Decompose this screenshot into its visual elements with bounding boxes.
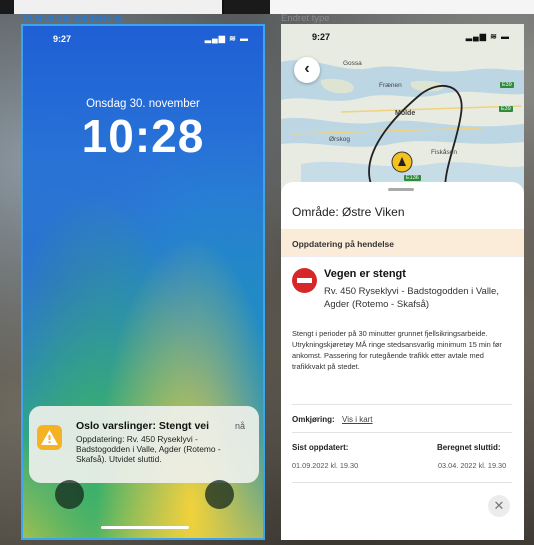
map-label: Molde — [395, 110, 416, 117]
roadwork-warning-icon — [37, 425, 62, 450]
flashlight-button[interactable] — [55, 480, 84, 509]
detail-screen-phone: 9:27 ▂▄▆ ≋ ▬ ‹ Gossa Molde Frænen Ørskog… — [281, 24, 524, 540]
divider — [292, 404, 512, 405]
back-button[interactable]: ‹ — [294, 57, 320, 83]
status-bar: 9:27 ▂▄▆ ≋ ▬ — [281, 32, 524, 46]
home-indicator[interactable] — [101, 526, 189, 529]
incident-road: Rv. 450 Ryseklyvi - Badstogodden i Valle… — [324, 286, 499, 310]
notification-body: Oppdatering: Rv. 450 Ryseklyvi - Badstog… — [76, 434, 221, 464]
road-tag: E136 — [404, 175, 421, 181]
update-band-label: Oppdatering på hendelse — [292, 239, 395, 249]
area-title: Område: Østre Viken — [292, 205, 405, 219]
incident-description: Stengt i perioder på 30 minutter grunnet… — [292, 329, 502, 371]
show-in-map-link[interactable]: Vis i kart — [342, 415, 373, 424]
incident-title: Vegen er stengt — [324, 268, 406, 280]
push-notification[interactable]: Oslo varslinger: Stengt vei nå Oppdateri… — [29, 406, 259, 483]
divider — [292, 482, 512, 483]
road-tag: E39 — [500, 82, 514, 88]
map-label: Ørskog — [329, 136, 350, 143]
camera-button[interactable] — [205, 480, 234, 509]
close-button[interactable]: ✕ — [488, 495, 510, 517]
lock-clock: 10:28 — [81, 110, 205, 162]
lock-screen-phone: 9:27 ▂▄▆ ≋ ▬ Onsdag 30. november 10:28 O… — [21, 24, 265, 540]
sheet-grabber[interactable] — [388, 188, 414, 191]
frame-label-changed-type: Endret type — [281, 13, 330, 24]
frame-label-push-update: Pushvarsel oppdatering — [23, 13, 123, 24]
expected-end-label: Beregnet sluttid: — [437, 443, 501, 452]
status-time: 9:27 — [53, 34, 72, 44]
update-band: Oppdatering på hendelse — [281, 229, 524, 257]
last-updated-label: Sist oppdatert: — [292, 443, 349, 452]
map-label: Gossa — [343, 60, 362, 67]
expected-end-value: 03.04. 2022 kl. 19.30 — [438, 461, 507, 470]
notification-time: nå — [234, 421, 245, 431]
no-entry-icon — [292, 268, 317, 293]
map-label: Frænen — [379, 82, 402, 89]
map-label: Fiskåsen — [431, 149, 458, 156]
status-icons: ▂▄▆ ≋ ▬ — [465, 32, 510, 41]
map-view[interactable]: 9:27 ▂▄▆ ≋ ▬ ‹ Gossa Molde Frænen Ørskog… — [281, 24, 524, 200]
last-updated-value: 01.09.2022 kl. 19.30 — [292, 461, 359, 470]
detour-label: Omkjøring: — [292, 415, 335, 424]
status-icons: ▂▄▆ ≋ ▬ — [204, 34, 249, 43]
status-time: 9:27 — [312, 32, 331, 42]
road-tag: E39 — [499, 106, 513, 112]
divider — [292, 432, 512, 433]
status-bar: 9:27 ▂▄▆ ≋ ▬ — [23, 34, 263, 48]
incident-sheet: Område: Østre Viken Oppdatering på hende… — [281, 182, 524, 540]
notification-title: Oslo varslinger: Stengt vei — [76, 420, 210, 432]
top-strip — [0, 0, 534, 14]
